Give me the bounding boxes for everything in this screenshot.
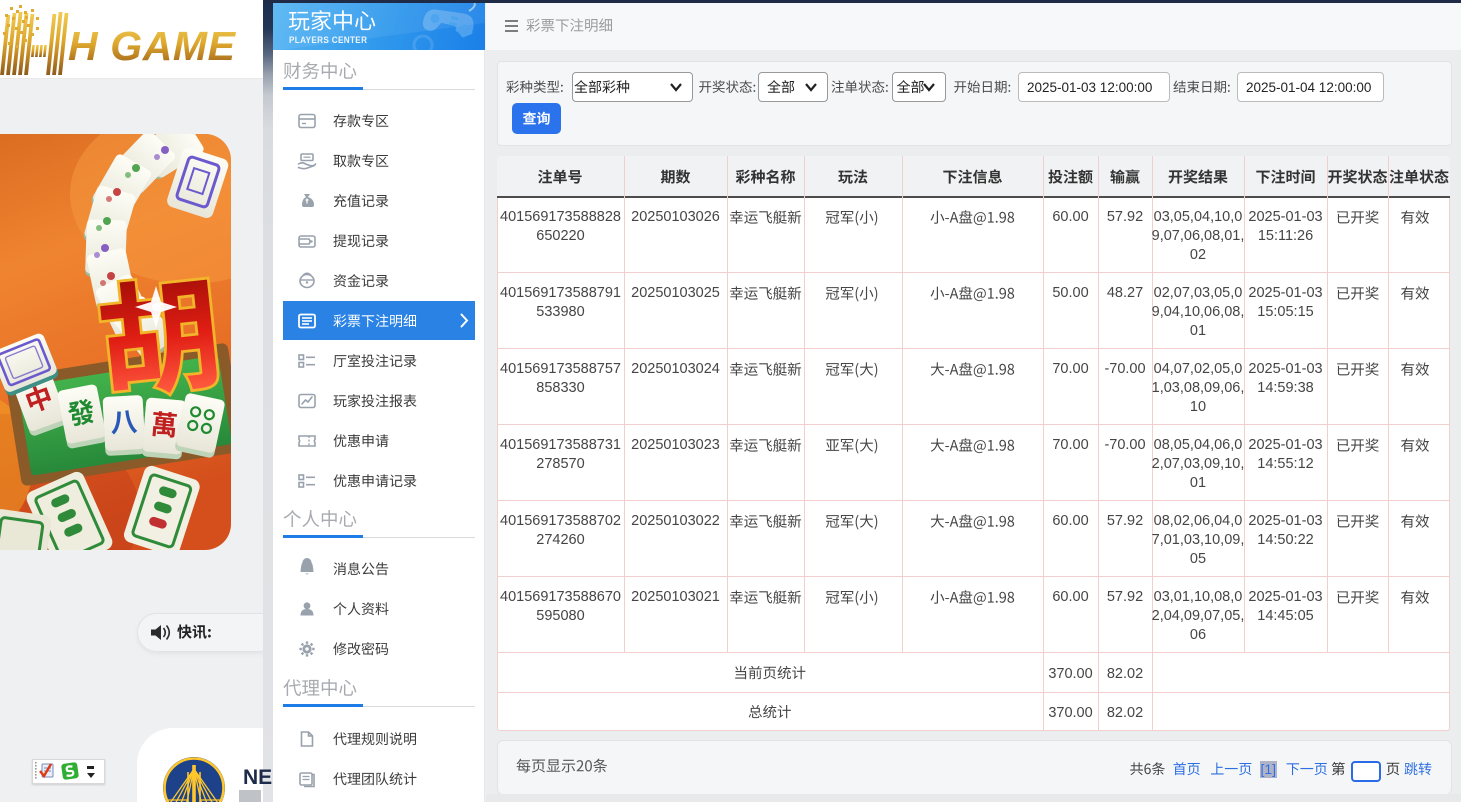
svg-text:H GAME: H GAME	[68, 23, 237, 69]
